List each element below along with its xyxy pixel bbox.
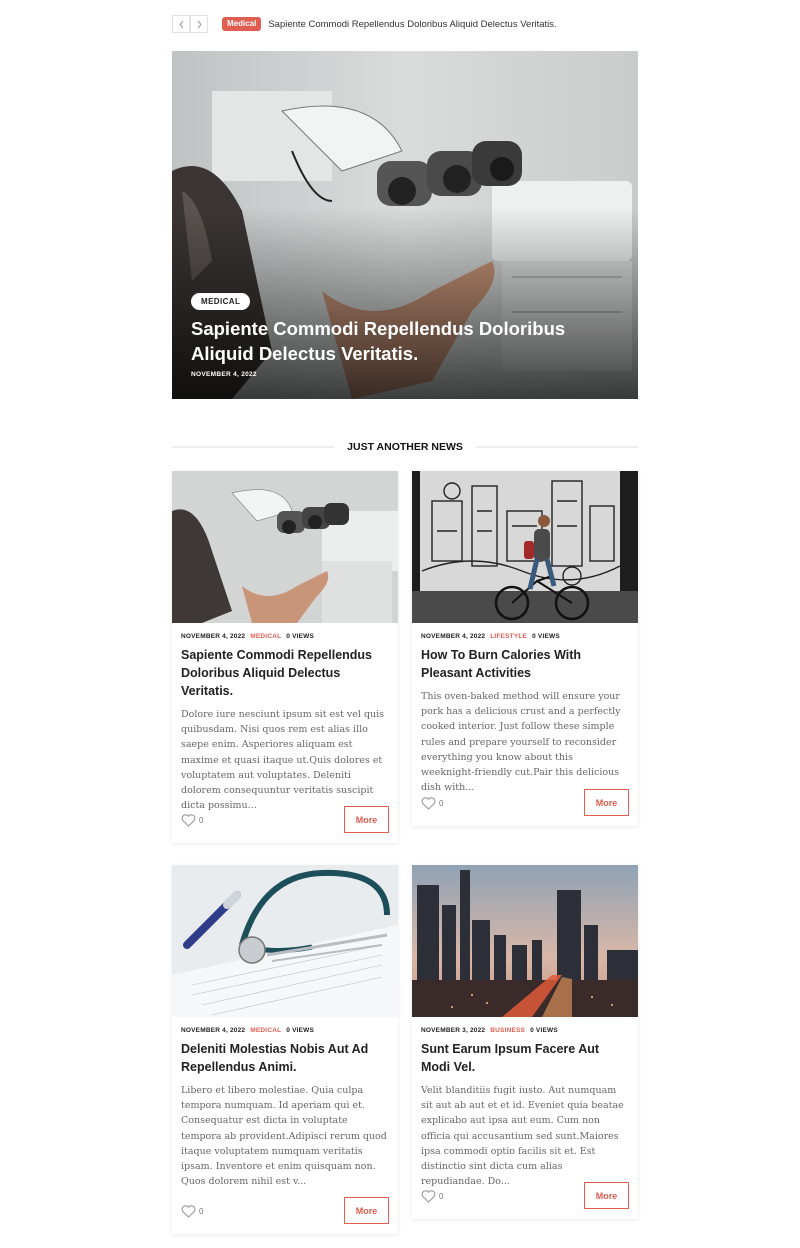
post-thumbnail[interactable]	[172, 471, 398, 623]
more-button[interactable]: More	[584, 789, 629, 816]
like-button[interactable]: 0	[421, 797, 443, 810]
post-meta: NOVEMBER 4, 2022 MEDICAL 0 VIEWS	[181, 1027, 389, 1034]
ticker-nav	[172, 15, 208, 33]
post-title[interactable]: Deleniti Molestias Nobis Aut Ad Repellen…	[181, 1040, 389, 1076]
post-views: 0 VIEWS	[286, 1027, 315, 1034]
post-excerpt: Libero et libero molestiae. Quia culpa t…	[181, 1085, 387, 1188]
post-card: NOVEMBER 4, 2022 MEDICAL 0 VIEWS Deleniti …	[172, 865, 398, 1234]
like-count: 0	[439, 799, 444, 808]
post-footer: 0 More	[421, 1182, 629, 1209]
featured-post[interactable]: MEDICAL Sapiente Commodi Repellendus Dol…	[172, 51, 638, 399]
like-count: 0	[199, 1207, 204, 1216]
post-category-link[interactable]: LIFESTYLE	[490, 633, 527, 640]
more-button[interactable]: More	[584, 1182, 629, 1209]
cyclist-mural-image	[412, 471, 638, 623]
post-views: 0 VIEWS	[286, 633, 315, 640]
ticker-next-button[interactable]	[190, 15, 208, 33]
ticker-category-badge[interactable]: Medical	[222, 17, 262, 31]
like-count: 0	[439, 1192, 444, 1201]
post-thumbnail[interactable]	[412, 471, 638, 623]
like-button[interactable]: 0	[181, 814, 203, 827]
like-button[interactable]: 0	[421, 1190, 443, 1203]
post-views: 0 VIEWS	[532, 633, 560, 640]
heart-icon	[421, 797, 436, 810]
post-footer: 0 More	[181, 806, 389, 833]
more-button[interactable]: More	[344, 806, 389, 833]
dental-microscope-image	[172, 471, 398, 623]
section-title: JUST ANOTHER NEWS	[347, 441, 463, 453]
post-meta: NOVEMBER 4, 2022 LIFESTYLE 0 VIEWS	[421, 633, 629, 640]
post-date: NOVEMBER 4, 2022	[421, 633, 486, 640]
chevron-left-icon	[178, 20, 183, 28]
post-category-link[interactable]: MEDICAL	[250, 1027, 281, 1034]
city-skyline-image	[412, 865, 638, 1017]
post-meta: NOVEMBER 3, 2022 BUSINESS 0 VIEWS	[421, 1027, 629, 1034]
divider-line	[475, 446, 639, 448]
post-title[interactable]: Sunt Earum Ipsum Facere Aut Modi Vel.	[421, 1040, 629, 1076]
post-thumbnail[interactable]	[412, 865, 638, 1017]
featured-category-badge[interactable]: MEDICAL	[191, 293, 251, 310]
post-views: 0 VIEWS	[530, 1027, 558, 1034]
heart-icon	[181, 1205, 196, 1218]
post-category-link[interactable]: BUSINESS	[490, 1027, 525, 1034]
post-date: NOVEMBER 3, 2022	[421, 1027, 486, 1034]
post-excerpt: Dolore iure nesciunt ipsum sit est vel q…	[181, 709, 385, 812]
featured-post-date: NOVEMBER 4, 2022	[191, 371, 257, 378]
post-card: NOVEMBER 3, 2022 BUSINESS 0 VIEWS Sunt Ear…	[412, 865, 638, 1219]
chevron-right-icon	[197, 20, 202, 28]
post-excerpt: Velit blanditiis fugit iusto. Aut numqua…	[421, 1085, 624, 1188]
featured-post-title[interactable]: Sapiente Commodi Repellendus Doloribus A…	[191, 316, 631, 366]
post-date: NOVEMBER 4, 2022	[181, 1027, 246, 1034]
post-date: NOVEMBER 4, 2022	[181, 633, 246, 640]
like-button[interactable]: 0	[181, 1205, 203, 1218]
ticker-prev-button[interactable]	[172, 15, 190, 33]
post-excerpt: This oven-baked method will ensure your …	[421, 691, 621, 794]
post-category-link[interactable]: MEDICAL	[250, 633, 281, 640]
news-ticker: Medical Sapiente Commodi Repellendus Dol…	[172, 14, 638, 34]
heart-icon	[181, 814, 196, 827]
post-thumbnail[interactable]	[172, 865, 398, 1017]
divider-line	[172, 446, 335, 448]
post-card: NOVEMBER 4, 2022 MEDICAL 0 VIEWS Sapiente …	[172, 471, 398, 843]
ticker-headline-link[interactable]: Sapiente Commodi Repellendus Doloribus A…	[268, 19, 556, 30]
stethoscope-image	[172, 865, 398, 1017]
more-button[interactable]: More	[344, 1197, 389, 1224]
section-heading: JUST ANOTHER NEWS	[172, 438, 639, 456]
like-count: 0	[199, 816, 204, 825]
post-footer: 0 More	[181, 1197, 389, 1224]
post-card: NOVEMBER 4, 2022 LIFESTYLE 0 VIEWS How To …	[412, 471, 638, 826]
post-footer: 0 More	[421, 789, 629, 816]
post-title[interactable]: Sapiente Commodi Repellendus Doloribus A…	[181, 646, 389, 700]
heart-icon	[421, 1190, 436, 1203]
post-title[interactable]: How To Burn Calories With Pleasant Activ…	[421, 646, 629, 682]
post-meta: NOVEMBER 4, 2022 MEDICAL 0 VIEWS	[181, 633, 389, 640]
